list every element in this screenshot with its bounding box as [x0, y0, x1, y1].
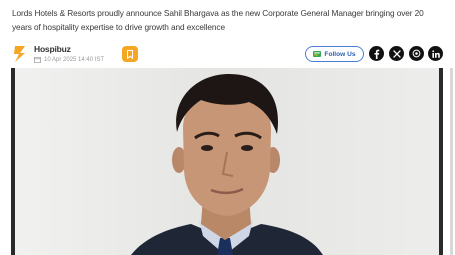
x-icon [392, 49, 401, 58]
google-news-icon [313, 51, 322, 57]
photo-left-border [11, 68, 15, 255]
publish-date: 10 Apr 2025 14:40 IST [34, 56, 104, 63]
article-hero-image [11, 68, 443, 255]
bookmark-button[interactable] [122, 46, 138, 62]
follow-us-button[interactable]: Follow Us [305, 46, 364, 62]
linkedin-icon [431, 49, 440, 58]
x-share-button[interactable] [389, 46, 404, 61]
whatsapp-icon [412, 49, 421, 58]
photo-right-border [439, 68, 443, 255]
whatsapp-share-button[interactable] [409, 46, 424, 61]
article-meta-row: Hospibuz 10 Apr 2025 14:40 IST Follow Us [0, 42, 455, 66]
follow-us-label: Follow Us [324, 50, 356, 58]
facebook-share-button[interactable] [369, 46, 384, 61]
article-summary: Lords Hotels & Resorts proudly announce … [12, 8, 424, 32]
portrait-photo [11, 68, 443, 255]
publish-date-text: 10 Apr 2025 14:40 IST [44, 56, 105, 63]
source-name[interactable]: Hospibuz [34, 44, 71, 54]
page-scrollbar[interactable] [450, 68, 453, 255]
facebook-icon [374, 49, 380, 59]
bookmark-icon [127, 49, 133, 59]
calendar-icon [34, 56, 41, 63]
linkedin-share-button[interactable] [428, 46, 443, 61]
hospibuz-logo-icon[interactable] [12, 45, 28, 63]
